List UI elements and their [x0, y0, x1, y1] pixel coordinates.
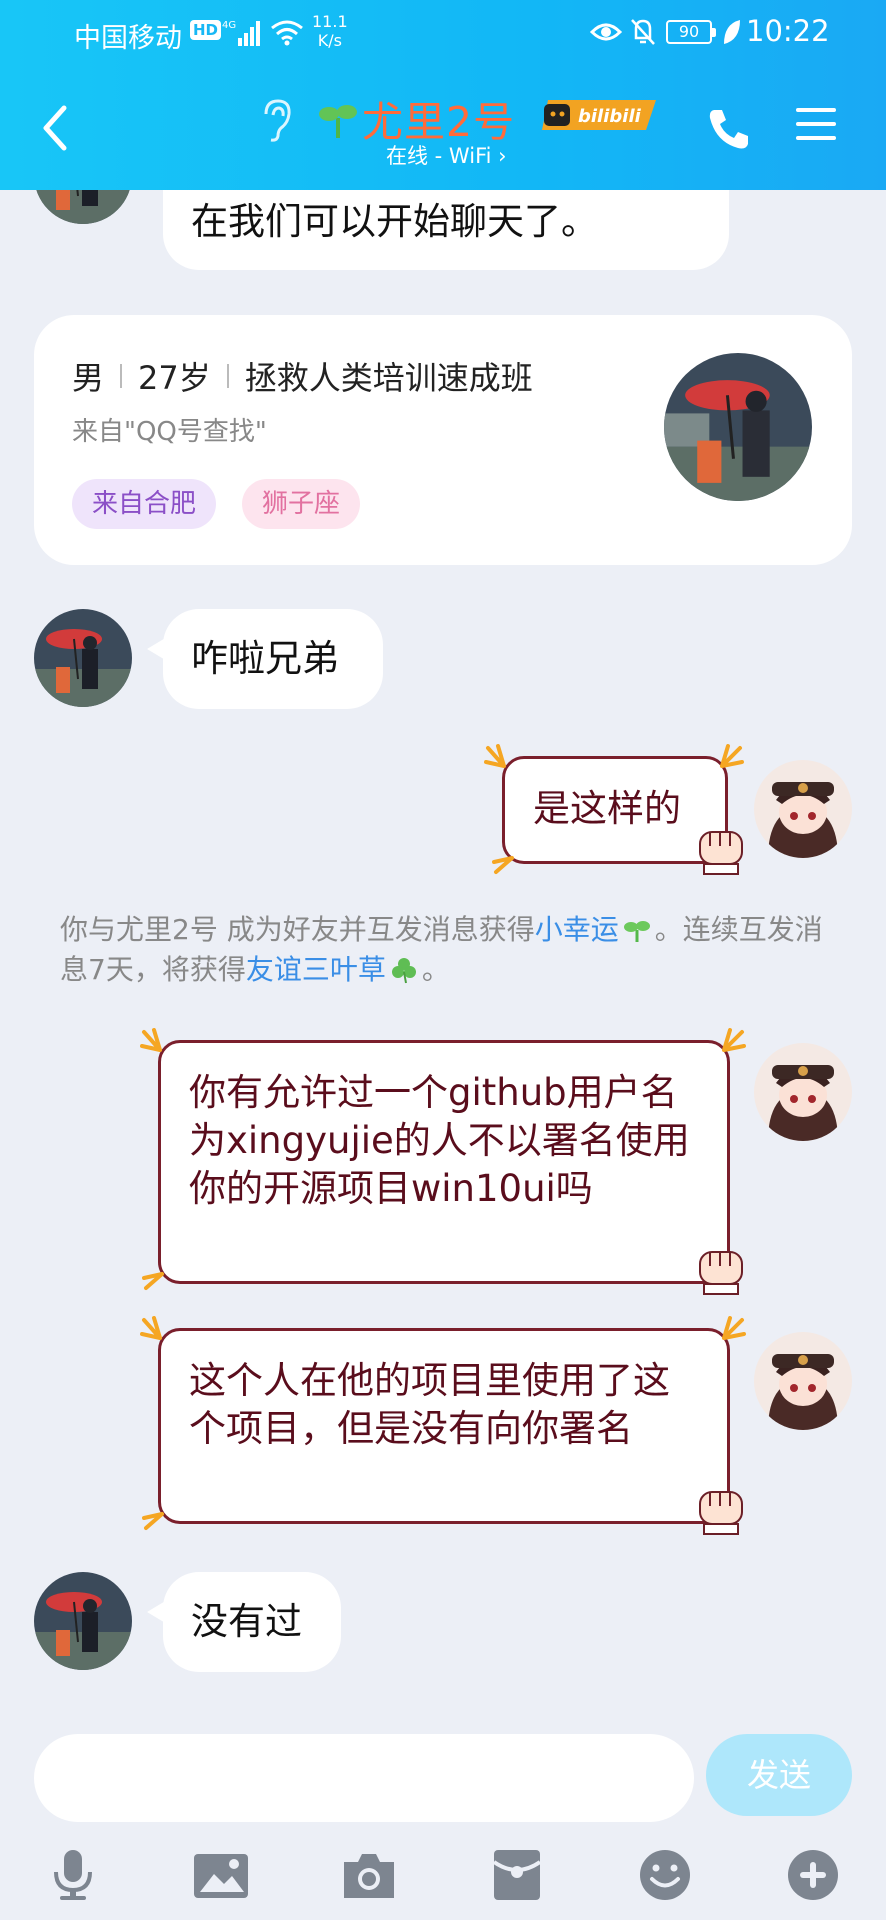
profile-avatar[interactable]: [664, 353, 812, 501]
message-text: 没有过: [191, 1600, 302, 1643]
divider: [120, 364, 123, 388]
red-packet-icon[interactable]: [488, 1848, 546, 1902]
svg-text:4G: 4G: [222, 20, 236, 31]
eye-comfort-icon: [590, 23, 622, 41]
power-saving-icon: [724, 20, 740, 44]
message-input[interactable]: [34, 1734, 694, 1822]
clover-icon: [391, 958, 416, 984]
sprout-icon: [319, 105, 357, 138]
message-bubble-outgoing[interactable]: 是这样的: [502, 756, 728, 864]
message-text: 你有允许过一个github用户名为xingyujie的人不以署名使用你的开源项目…: [189, 1071, 690, 1210]
online-status[interactable]: 在线 - WiFi ›: [386, 140, 507, 170]
wifi-icon: [271, 20, 303, 46]
top-bar: 中国移动 HD 4G 11.1 K/s 90 10:22 尤里2号 bilibi…: [0, 0, 886, 190]
carrier-label: 中国移动: [74, 23, 182, 54]
status-bar: 中国移动 HD 4G 11.1 K/s 90 10:22: [0, 0, 886, 68]
clock: 10:22: [746, 14, 830, 48]
menu-icon[interactable]: [794, 104, 838, 144]
profile-gender: 男: [72, 359, 105, 397]
ear-icon[interactable]: [256, 98, 296, 142]
message-text: 这个人在他的项目里使用了这个项目，但是没有向你署名: [189, 1359, 670, 1450]
system-notice: 你与尤里2号 成为好友并互发消息获得小幸运 。连续互发消息7天，将获得友谊三叶草。: [60, 913, 823, 986]
microphone-icon[interactable]: [44, 1848, 102, 1902]
profile-title: 拯救人类培训速成班: [244, 359, 533, 397]
message-text: 咋啦兄弟: [191, 637, 339, 680]
my-avatar[interactable]: [754, 1043, 852, 1141]
my-avatar[interactable]: [754, 760, 852, 858]
friend-avatar[interactable]: [34, 1572, 132, 1670]
emoji-icon[interactable]: [636, 1848, 694, 1902]
message-bubble-incoming[interactable]: 没有过: [147, 1572, 341, 1672]
message-text: 在我们可以开始聊天了。: [191, 200, 598, 243]
bubble-tail: [147, 1600, 167, 1624]
divider: [226, 364, 229, 388]
send-button[interactable]: 发送: [706, 1734, 852, 1816]
battery-indicator: 90: [666, 20, 716, 44]
my-avatar[interactable]: [754, 1332, 852, 1430]
message-text: 是这样的: [533, 787, 681, 830]
mute-bell-icon: [631, 19, 655, 45]
profile-source: 来自"QQ号查找": [72, 417, 267, 447]
signal-icon: 4G: [222, 20, 260, 46]
image-icon[interactable]: [192, 1848, 250, 1902]
bubble-tail: [147, 637, 167, 661]
contact-name[interactable]: 尤里2号: [362, 88, 515, 148]
chat-area[interactable]: 在我们可以开始聊天了。 男 27岁 拯救人类培训速成班 来自"QQ号查找" 来自…: [0, 0, 886, 1720]
tag-city[interactable]: 来自合肥: [72, 479, 217, 529]
profile-card[interactable]: 男 27岁 拯救人类培训速成班 来自"QQ号查找" 来自合肥 狮子座: [34, 315, 852, 565]
luck-link[interactable]: 小幸运: [535, 913, 619, 946]
network-speed: 11.1 K/s: [312, 12, 348, 50]
chat-header: 尤里2号 bilibili 在线 - WiFi ›: [0, 68, 886, 190]
message-bubble-outgoing[interactable]: 这个人在他的项目里使用了这个项目，但是没有向你署名: [158, 1328, 730, 1524]
phone-icon[interactable]: [704, 104, 754, 154]
tag-zodiac[interactable]: 狮子座: [242, 479, 361, 529]
bilibili-badge[interactable]: bilibili: [538, 96, 660, 132]
input-area: 发送: [0, 1700, 886, 1920]
friend-avatar[interactable]: [34, 609, 132, 707]
clover-link[interactable]: 友谊三叶草: [246, 953, 386, 986]
plus-icon[interactable]: [784, 1848, 842, 1902]
profile-meta: 男 27岁 拯救人类培训速成班: [72, 353, 533, 399]
camera-icon[interactable]: [340, 1848, 398, 1902]
hd-badge: HD: [190, 20, 222, 40]
sprout-icon: [623, 921, 650, 942]
profile-age: 27岁: [138, 359, 211, 397]
message-bubble-incoming[interactable]: 咋啦兄弟: [147, 609, 383, 709]
message-bubble-outgoing[interactable]: 你有允许过一个github用户名为xingyujie的人不以署名使用你的开源项目…: [158, 1040, 730, 1284]
svg-text:bilibili: bilibili: [578, 106, 642, 127]
back-icon[interactable]: [34, 98, 74, 158]
